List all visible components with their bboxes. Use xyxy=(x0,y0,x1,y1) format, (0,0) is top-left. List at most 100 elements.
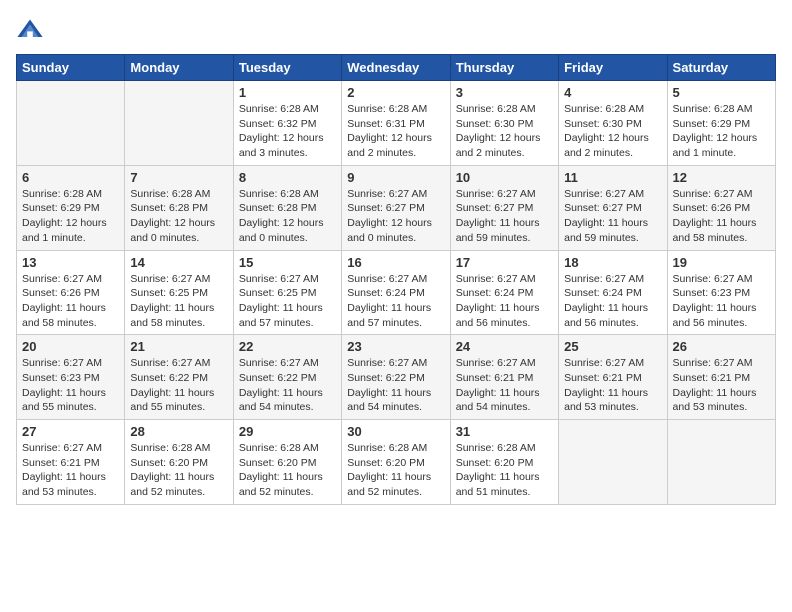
calendar-cell xyxy=(125,81,233,166)
calendar-cell: 29 Sunrise: 6:28 AMSunset: 6:20 PMDayligh… xyxy=(233,420,341,505)
calendar-cell: 6 Sunrise: 6:28 AMSunset: 6:29 PMDaylight… xyxy=(17,165,125,250)
day-number: 6 xyxy=(22,170,119,185)
calendar-cell: 25 Sunrise: 6:27 AMSunset: 6:21 PMDayligh… xyxy=(559,335,667,420)
calendar-header-row: SundayMondayTuesdayWednesdayThursdayFrid… xyxy=(17,55,776,81)
column-header-friday: Friday xyxy=(559,55,667,81)
day-info: Sunrise: 6:27 AMSunset: 6:23 PMDaylight:… xyxy=(22,356,119,415)
calendar-cell: 16Sunrise: 6:27 AMSunset: 6:24 PMDayligh… xyxy=(342,250,450,335)
column-header-saturday: Saturday xyxy=(667,55,775,81)
day-info: Sunrise: 6:27 AMSunset: 6:22 PMDaylight:… xyxy=(130,356,227,415)
day-number: 23 xyxy=(347,339,444,354)
calendar-cell: 23 Sunrise: 6:27 AMSunset: 6:22 PMDayligh… xyxy=(342,335,450,420)
calendar-cell: 13 Sunrise: 6:27 AMSunset: 6:26 PMDayligh… xyxy=(17,250,125,335)
day-info: Sunrise: 6:28 AMSunset: 6:30 PMDaylight:… xyxy=(564,102,661,161)
day-info: Sunrise: 6:28 AMSunset: 6:28 PMDaylight:… xyxy=(239,187,336,246)
day-info: Sunrise: 6:28 AMSunset: 6:20 PMDaylight:… xyxy=(347,441,444,500)
day-number: 17 xyxy=(456,255,553,270)
day-info: Sunrise: 6:27 AMSunset: 6:21 PMDaylight:… xyxy=(673,356,770,415)
day-number: 28 xyxy=(130,424,227,439)
day-info: Sunrise: 6:28 AMSunset: 6:29 PMDaylight:… xyxy=(22,187,119,246)
day-number: 27 xyxy=(22,424,119,439)
day-number: 1 xyxy=(239,85,336,100)
calendar-cell: 10 Sunrise: 6:27 AMSunset: 6:27 PMDayligh… xyxy=(450,165,558,250)
day-number: 16 xyxy=(347,255,444,270)
day-info: Sunrise: 6:28 AMSunset: 6:20 PMDaylight:… xyxy=(456,441,553,500)
calendar-cell: 26 Sunrise: 6:27 AMSunset: 6:21 PMDayligh… xyxy=(667,335,775,420)
calendar-cell: 11 Sunrise: 6:27 AMSunset: 6:27 PMDayligh… xyxy=(559,165,667,250)
calendar-table: SundayMondayTuesdayWednesdayThursdayFrid… xyxy=(16,54,776,505)
day-number: 11 xyxy=(564,170,661,185)
day-number: 8 xyxy=(239,170,336,185)
calendar-cell: 2 Sunrise: 6:28 AMSunset: 6:31 PMDaylight… xyxy=(342,81,450,166)
calendar-cell: 30 Sunrise: 6:28 AMSunset: 6:20 PMDayligh… xyxy=(342,420,450,505)
day-number: 18 xyxy=(564,255,661,270)
day-info: Sunrise: 6:27 AMSunset: 6:27 PMDaylight:… xyxy=(456,187,553,246)
column-header-sunday: Sunday xyxy=(17,55,125,81)
day-number: 21 xyxy=(130,339,227,354)
calendar-cell: 24Sunrise: 6:27 AMSunset: 6:21 PMDayligh… xyxy=(450,335,558,420)
day-info: Sunrise: 6:27 AMSunset: 6:22 PMDaylight:… xyxy=(347,356,444,415)
calendar-cell: 28 Sunrise: 6:28 AMSunset: 6:20 PMDayligh… xyxy=(125,420,233,505)
day-number: 12 xyxy=(673,170,770,185)
calendar-cell: 31 Sunrise: 6:28 AMSunset: 6:20 PMDayligh… xyxy=(450,420,558,505)
day-number: 7 xyxy=(130,170,227,185)
day-number: 4 xyxy=(564,85,661,100)
calendar-cell: 17 Sunrise: 6:27 AMSunset: 6:24 PMDayligh… xyxy=(450,250,558,335)
calendar-cell: 20Sunrise: 6:27 AMSunset: 6:23 PMDayligh… xyxy=(17,335,125,420)
day-info: Sunrise: 6:27 AMSunset: 6:21 PMDaylight:… xyxy=(456,356,553,415)
calendar-cell xyxy=(667,420,775,505)
calendar-cell: 22 Sunrise: 6:27 AMSunset: 6:22 PMDayligh… xyxy=(233,335,341,420)
calendar-cell: 14 Sunrise: 6:27 AMSunset: 6:25 PMDayligh… xyxy=(125,250,233,335)
column-header-wednesday: Wednesday xyxy=(342,55,450,81)
day-info: Sunrise: 6:28 AMSunset: 6:20 PMDaylight:… xyxy=(239,441,336,500)
day-number: 30 xyxy=(347,424,444,439)
day-info: Sunrise: 6:27 AMSunset: 6:27 PMDaylight:… xyxy=(347,187,444,246)
day-number: 13 xyxy=(22,255,119,270)
calendar-cell: 8 Sunrise: 6:28 AMSunset: 6:28 PMDaylight… xyxy=(233,165,341,250)
day-info: Sunrise: 6:27 AMSunset: 6:26 PMDaylight:… xyxy=(22,272,119,331)
calendar-week-row: 27 Sunrise: 6:27 AMSunset: 6:21 PMDayligh… xyxy=(17,420,776,505)
day-number: 31 xyxy=(456,424,553,439)
day-info: Sunrise: 6:28 AMSunset: 6:31 PMDaylight:… xyxy=(347,102,444,161)
logo-icon xyxy=(16,16,44,44)
calendar-cell: 1 Sunrise: 6:28 AMSunset: 6:32 PMDaylight… xyxy=(233,81,341,166)
day-info: Sunrise: 6:28 AMSunset: 6:30 PMDaylight:… xyxy=(456,102,553,161)
day-number: 14 xyxy=(130,255,227,270)
calendar-cell: 27 Sunrise: 6:27 AMSunset: 6:21 PMDayligh… xyxy=(17,420,125,505)
day-number: 15 xyxy=(239,255,336,270)
column-header-tuesday: Tuesday xyxy=(233,55,341,81)
day-number: 22 xyxy=(239,339,336,354)
calendar-cell: 12 Sunrise: 6:27 AMSunset: 6:26 PMDayligh… xyxy=(667,165,775,250)
day-info: Sunrise: 6:27 AMSunset: 6:21 PMDaylight:… xyxy=(564,356,661,415)
day-info: Sunrise: 6:27 AMSunset: 6:23 PMDaylight:… xyxy=(673,272,770,331)
day-info: Sunrise: 6:27 AMSunset: 6:21 PMDaylight:… xyxy=(22,441,119,500)
day-number: 3 xyxy=(456,85,553,100)
day-number: 25 xyxy=(564,339,661,354)
calendar-cell: 15 Sunrise: 6:27 AMSunset: 6:25 PMDayligh… xyxy=(233,250,341,335)
day-info: Sunrise: 6:27 AMSunset: 6:25 PMDaylight:… xyxy=(130,272,227,331)
day-number: 10 xyxy=(456,170,553,185)
day-info: Sunrise: 6:27 AMSunset: 6:27 PMDaylight:… xyxy=(564,187,661,246)
day-number: 26 xyxy=(673,339,770,354)
day-info: Sunrise: 6:27 AMSunset: 6:24 PMDaylight:… xyxy=(456,272,553,331)
calendar-cell: 9 Sunrise: 6:27 AMSunset: 6:27 PMDaylight… xyxy=(342,165,450,250)
day-info: Sunrise: 6:27 AMSunset: 6:26 PMDaylight:… xyxy=(673,187,770,246)
day-number: 9 xyxy=(347,170,444,185)
day-info: Sunrise: 6:27 AMSunset: 6:24 PMDaylight:… xyxy=(564,272,661,331)
calendar-cell: 3 Sunrise: 6:28 AMSunset: 6:30 PMDaylight… xyxy=(450,81,558,166)
column-header-thursday: Thursday xyxy=(450,55,558,81)
calendar-cell: 19Sunrise: 6:27 AMSunset: 6:23 PMDayligh… xyxy=(667,250,775,335)
day-info: Sunrise: 6:27 AMSunset: 6:22 PMDaylight:… xyxy=(239,356,336,415)
day-info: Sunrise: 6:28 AMSunset: 6:20 PMDaylight:… xyxy=(130,441,227,500)
calendar-week-row: 20Sunrise: 6:27 AMSunset: 6:23 PMDayligh… xyxy=(17,335,776,420)
day-info: Sunrise: 6:27 AMSunset: 6:25 PMDaylight:… xyxy=(239,272,336,331)
day-number: 2 xyxy=(347,85,444,100)
calendar-cell: 4 Sunrise: 6:28 AMSunset: 6:30 PMDaylight… xyxy=(559,81,667,166)
calendar-cell xyxy=(17,81,125,166)
calendar-cell: 5Sunrise: 6:28 AMSunset: 6:29 PMDaylight… xyxy=(667,81,775,166)
calendar-cell: 7Sunrise: 6:28 AMSunset: 6:28 PMDaylight… xyxy=(125,165,233,250)
calendar-cell: 21 Sunrise: 6:27 AMSunset: 6:22 PMDayligh… xyxy=(125,335,233,420)
day-number: 29 xyxy=(239,424,336,439)
calendar-cell xyxy=(559,420,667,505)
day-info: Sunrise: 6:28 AMSunset: 6:32 PMDaylight:… xyxy=(239,102,336,161)
